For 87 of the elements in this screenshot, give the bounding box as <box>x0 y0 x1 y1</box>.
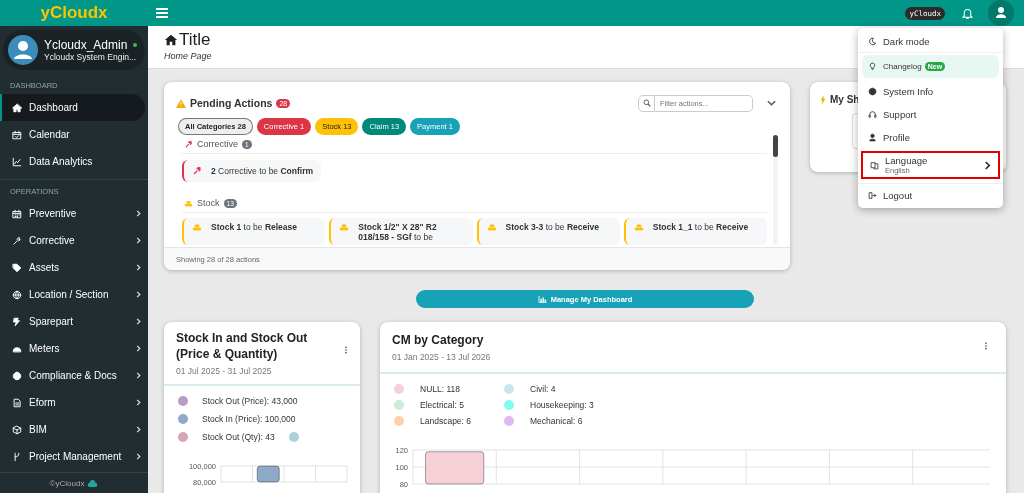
action-text: Stock 1/2" X 28" R2 018/158 - SGf to be <box>358 222 438 243</box>
more-options-icon[interactable] <box>984 342 988 350</box>
lightbulb-icon <box>868 62 877 71</box>
action-text: 2 Corrective to be Confirm <box>211 165 314 177</box>
nav-item[interactable]: Data Analytics <box>0 148 148 175</box>
group-heading: Stock <box>197 198 220 208</box>
bell-icon[interactable] <box>961 6 974 20</box>
person-icon <box>868 133 877 142</box>
tag-icon <box>12 262 22 273</box>
action-text: Stock 1 to be Release <box>211 222 298 233</box>
nav-item[interactable]: Meters <box>0 335 148 362</box>
chevron-right-icon <box>984 160 991 170</box>
search-icon <box>642 99 651 107</box>
legend-label: Mechanical: 6 <box>530 416 583 427</box>
user-name: Ycloudx_Admin <box>44 38 128 52</box>
nav-item[interactable]: Eform <box>0 389 148 416</box>
moon-icon <box>868 36 877 46</box>
coins-icon <box>339 222 350 232</box>
cube-icon <box>12 424 22 435</box>
nav-item[interactable]: Location / Section <box>0 281 148 308</box>
user-avatar-icon[interactable] <box>988 0 1014 26</box>
group-heading: Corrective <box>197 139 238 149</box>
cloud-icon <box>87 479 99 487</box>
lightning-icon <box>820 94 826 105</box>
legend-label: Civil: 4 <box>530 384 556 395</box>
menu-item[interactable]: Logout <box>858 183 1003 206</box>
date-range: 01 Jan 2025 - 13 Jul 2026 <box>392 352 492 363</box>
avatar-icon <box>8 35 38 65</box>
calendar-icon <box>12 208 22 219</box>
legend-label: Stock Out (Price): 43,000 <box>202 396 298 407</box>
action-item[interactable]: Stock 1_1 to be Receive <box>623 218 767 245</box>
legend-label: Housekeeping: 3 <box>530 400 594 411</box>
chart-title: Stock In and Stock Out (Price & Quantity) <box>176 330 309 363</box>
translate-icon <box>870 160 879 170</box>
chevron-down-icon[interactable] <box>767 100 776 106</box>
bar-chart-icon <box>537 295 547 303</box>
action-item[interactable]: Stock 1/2" X 28" R2 018/158 - SGf to be <box>329 218 473 245</box>
line-chart-icon <box>12 156 22 167</box>
card-title: Pending Actions <box>190 97 273 109</box>
logout-icon <box>868 190 877 200</box>
nav-item[interactable]: Assets <box>0 254 148 281</box>
nav-item[interactable]: Sparepart <box>0 308 148 335</box>
page-subtitle: Home Page <box>164 51 213 61</box>
headset-icon <box>868 110 877 119</box>
coins-icon <box>633 222 644 232</box>
nav-item[interactable]: BIM <box>0 416 148 443</box>
legend-label: Stock In (Price): 100,000 <box>202 414 296 425</box>
action-text: Stock 3-3 to be Receive <box>505 222 600 233</box>
chart-title: CM by Category <box>392 332 485 349</box>
home-icon <box>164 33 178 47</box>
calendar-icon <box>12 129 22 140</box>
coins-icon <box>192 222 202 232</box>
menu-item[interactable]: System Info <box>858 80 1003 103</box>
nav-item[interactable]: Corrective <box>0 227 148 254</box>
globe-icon <box>12 289 22 300</box>
legend-label: Landscape: 6 <box>420 416 472 427</box>
warning-icon <box>176 98 186 108</box>
branch-icon <box>12 451 22 462</box>
chart-bar <box>425 451 485 485</box>
legend-label: Stock Out (Qty): 43 <box>202 431 275 442</box>
action-item[interactable]: Stock 1 to be Release <box>182 218 326 245</box>
legend-label: Electrical: 5 <box>420 400 464 411</box>
home-icon <box>12 102 22 113</box>
copyright-text: ©yCloudx <box>49 478 85 488</box>
user-role: Ycloudx System Engin... <box>44 52 138 62</box>
more-options-icon[interactable] <box>344 346 348 355</box>
date-range: 01 Jul 2025 - 31 Jul 2025 <box>176 366 273 377</box>
action-item[interactable]: 2 Corrective to be Confirm <box>182 160 322 182</box>
coins-icon <box>184 198 193 208</box>
menu-item[interactable]: Dark mode <box>858 30 1003 53</box>
coins-icon <box>486 222 497 232</box>
legend-label: NULL: 118 <box>420 384 460 395</box>
nav-item[interactable]: Project Management <box>0 443 148 470</box>
menu-item[interactable]: Support <box>858 103 1003 126</box>
nav-item[interactable]: Dashboard <box>0 94 145 121</box>
page-title: Title <box>179 30 211 50</box>
menu-icon[interactable] <box>156 8 168 18</box>
action-text: Stock 1_1 to be Receive <box>652 222 749 233</box>
bolt-icon <box>12 316 22 327</box>
action-item[interactable]: Stock 3-3 to be Receive <box>476 218 620 245</box>
menu-item[interactable]: Profile <box>858 126 1003 149</box>
chart-bar <box>256 465 280 483</box>
scrollbar[interactable] <box>773 135 778 245</box>
nav-item[interactable]: Calendar <box>0 121 148 148</box>
nav-item[interactable]: Compliance & Docs <box>0 362 148 389</box>
nav-item[interactable]: Preventive <box>0 200 148 227</box>
document-icon <box>12 397 22 408</box>
